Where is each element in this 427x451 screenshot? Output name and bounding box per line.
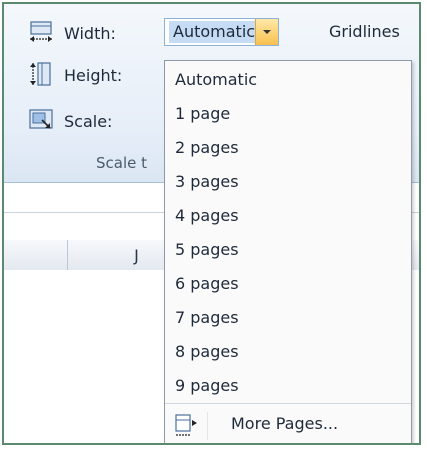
column-j-label: J bbox=[134, 245, 139, 265]
menu-item-5-pages[interactable]: 5 pages bbox=[165, 233, 411, 267]
column-header-i[interactable] bbox=[4, 240, 68, 270]
menu-item-8-pages[interactable]: 8 pages bbox=[165, 335, 411, 369]
height-label: Height: bbox=[64, 66, 123, 85]
more-pages-icon bbox=[175, 414, 197, 436]
menu-item-more-pages[interactable]: More Pages... bbox=[165, 406, 411, 443]
scale-icon bbox=[29, 109, 53, 129]
menu-item-6-pages[interactable]: 6 pages bbox=[165, 267, 411, 301]
screenshot-frame: Width: Automatic Gridlines Height: Scale… bbox=[2, 2, 421, 445]
width-dropdown[interactable]: Automatic bbox=[164, 18, 279, 46]
menu-item-1-page[interactable]: 1 page bbox=[165, 97, 411, 131]
menu-item-2-pages[interactable]: 2 pages bbox=[165, 131, 411, 165]
menu-item-9-pages[interactable]: 9 pages bbox=[165, 369, 411, 403]
menu-item-7-pages[interactable]: 7 pages bbox=[165, 301, 411, 335]
more-icon-divider bbox=[207, 412, 208, 440]
menu-item-3-pages[interactable]: 3 pages bbox=[165, 165, 411, 199]
gridlines-label: Gridlines bbox=[329, 22, 400, 41]
height-icon bbox=[30, 62, 51, 86]
scale-label: Scale: bbox=[64, 112, 113, 131]
menu-item-automatic[interactable]: Automatic bbox=[165, 63, 411, 97]
chevron-down-icon[interactable] bbox=[255, 19, 278, 45]
width-dropdown-menu: Automatic 1 page 2 pages 3 pages 4 pages… bbox=[164, 60, 412, 443]
more-pages-label: More Pages... bbox=[231, 414, 339, 433]
group-label-scale-to-fit: Scale t bbox=[96, 154, 148, 172]
menu-separator bbox=[165, 403, 411, 404]
menu-item-4-pages[interactable]: 4 pages bbox=[165, 199, 411, 233]
width-value[interactable]: Automatic bbox=[169, 21, 257, 43]
width-icon bbox=[30, 21, 52, 42]
width-label: Width: bbox=[64, 24, 116, 43]
